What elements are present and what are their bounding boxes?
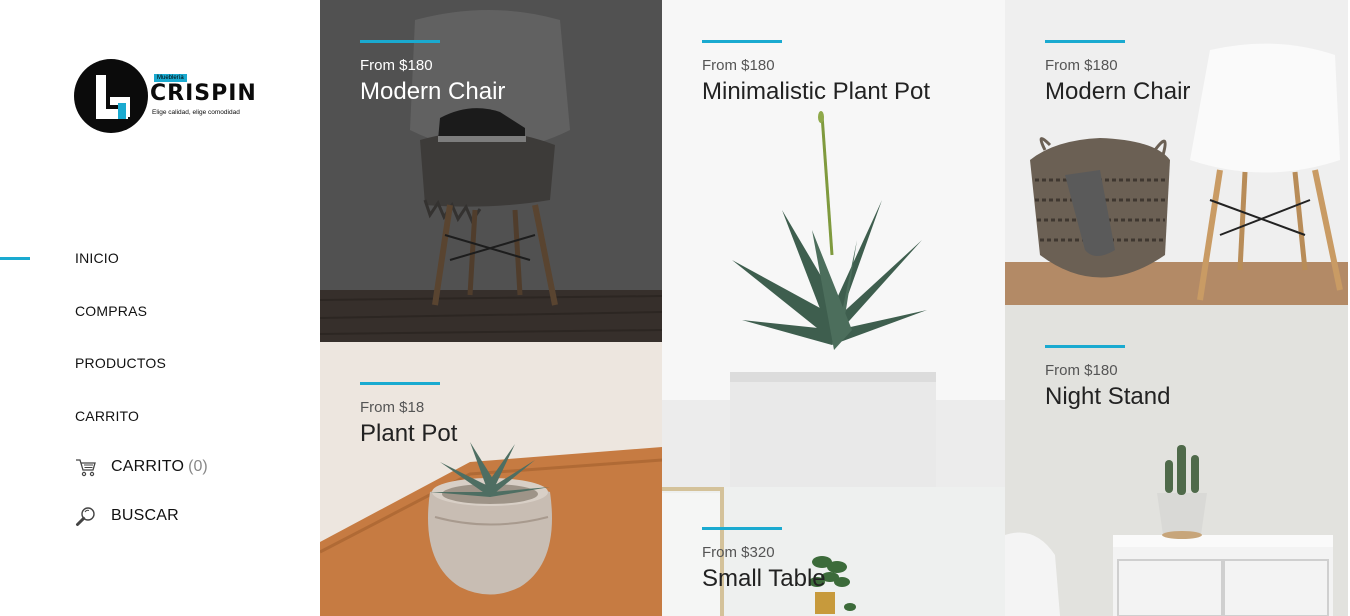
main-nav: INICIO COMPRAS PRODUCTOS CARRITO xyxy=(75,250,166,424)
brand-logo[interactable]: Mueblería CRISPIN Elige calidad, elige c… xyxy=(74,58,257,134)
accent-bar xyxy=(702,40,782,43)
cart-count: (0) xyxy=(188,458,208,475)
nav-item-carrito[interactable]: CARRITO xyxy=(75,408,166,424)
search-label: BUSCAR xyxy=(111,507,179,524)
search-link[interactable]: BUSCAR xyxy=(75,505,179,527)
product-name: Plant Pot xyxy=(360,420,458,447)
accent-bar xyxy=(702,527,782,530)
cart-label: CARRITO xyxy=(111,458,185,475)
product-text: From $180 Minimalistic Plant Pot xyxy=(702,40,930,106)
product-name: Small Table xyxy=(702,565,826,592)
nav-item-productos[interactable]: PRODUCTOS xyxy=(75,355,166,371)
accent-bar xyxy=(1045,345,1125,348)
product-text: From $180 Modern Chair xyxy=(360,40,505,106)
product-price: From $180 xyxy=(1045,362,1118,379)
product-card-small-table[interactable]: From $320 Small Table xyxy=(662,487,1005,616)
logo-mark xyxy=(74,59,148,133)
magnifier-icon xyxy=(75,505,97,527)
product-price: From $180 xyxy=(1045,57,1118,74)
product-text: From $18 Plant Pot xyxy=(360,382,457,448)
product-card-night-stand[interactable]: From $180 Night Stand xyxy=(1005,305,1348,616)
product-card-plant-pot[interactable]: From $18 Plant Pot xyxy=(320,342,662,616)
nav-item-inicio[interactable]: INICIO xyxy=(75,250,166,266)
product-price: From $180 xyxy=(360,57,433,74)
product-text: From $180 Night Stand xyxy=(1045,345,1170,411)
logo-slogan: Elige calidad, elige comodidad xyxy=(152,109,240,116)
product-name: Minimalistic Plant Pot xyxy=(702,78,931,105)
accent-bar xyxy=(1045,40,1125,43)
cart-link[interactable]: CARRITO (0) xyxy=(75,456,208,478)
active-nav-indicator xyxy=(0,257,30,260)
product-card-modern-chair[interactable]: From $180 Modern Chair xyxy=(320,0,662,342)
product-text: From $180 Modern Chair xyxy=(1045,40,1190,106)
shopping-cart-icon xyxy=(75,456,97,478)
nav-item-compras[interactable]: COMPRAS xyxy=(75,303,166,319)
sidebar: Mueblería CRISPIN Elige calidad, elige c… xyxy=(0,0,320,616)
logo-name: CRISPIN xyxy=(150,81,257,106)
product-card-modern-chair-2[interactable]: From $180 Modern Chair xyxy=(1005,0,1348,305)
accent-bar xyxy=(360,382,440,385)
product-name: Night Stand xyxy=(1045,383,1171,410)
product-name: Modern Chair xyxy=(1045,78,1191,105)
product-name: Modern Chair xyxy=(360,78,506,105)
product-price: From $18 xyxy=(360,399,425,416)
product-price: From $180 xyxy=(702,57,775,74)
accent-bar xyxy=(360,40,440,43)
product-card-minimalistic-plant-pot[interactable]: From $180 Minimalistic Plant Pot xyxy=(662,0,1005,487)
product-text: From $320 Small Table xyxy=(702,527,826,593)
product-price: From $320 xyxy=(702,544,775,561)
